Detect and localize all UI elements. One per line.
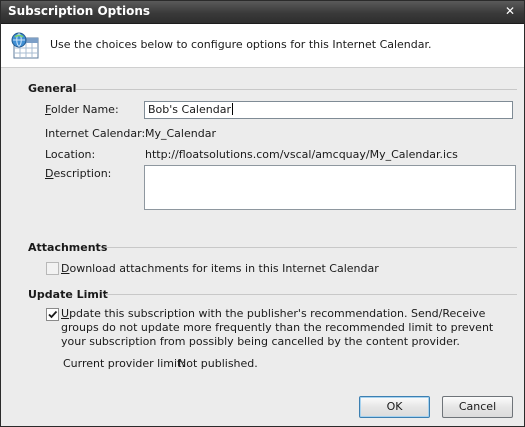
location-value: http://floatsolutions.com/vscal/amcquay/… bbox=[145, 148, 458, 161]
dialog-title: Subscription Options bbox=[8, 4, 151, 18]
header-description: Use the choices below to configure optio… bbox=[50, 38, 432, 51]
description-textarea[interactable] bbox=[144, 165, 516, 210]
attachments-divider bbox=[106, 247, 517, 248]
folder-name-label: Folder Name: bbox=[45, 103, 119, 116]
internet-calendar-value: My_Calendar bbox=[145, 127, 216, 140]
update-subscription-checkbox[interactable] bbox=[46, 308, 59, 321]
internet-calendar-icon bbox=[11, 32, 39, 59]
cancel-button[interactable]: Cancel bbox=[442, 396, 513, 418]
attachments-section-title: Attachments bbox=[28, 241, 108, 254]
description-label: Description: bbox=[45, 167, 112, 180]
general-divider bbox=[76, 89, 517, 90]
general-section-title: General bbox=[28, 82, 77, 95]
ok-button[interactable]: OK bbox=[359, 396, 430, 418]
provider-limit-value: Not published. bbox=[178, 357, 258, 370]
provider-limit-label: Current provider limit: bbox=[63, 357, 186, 370]
title-bar[interactable]: Subscription Options ✕ bbox=[1, 1, 524, 24]
update-subscription-label: Update this subscription with the publis… bbox=[61, 307, 494, 348]
dialog-header: Use the choices below to configure optio… bbox=[1, 24, 524, 68]
close-button[interactable]: ✕ bbox=[502, 4, 518, 19]
update-limit-divider bbox=[105, 294, 517, 295]
update-limit-section-title: Update Limit bbox=[28, 288, 108, 301]
subscription-options-dialog: Subscription Options ✕ Use the choices b… bbox=[0, 0, 525, 427]
download-attachments-checkbox[interactable] bbox=[46, 262, 59, 275]
location-label: Location: bbox=[45, 148, 96, 161]
checkmark-icon bbox=[48, 310, 58, 319]
folder-name-input[interactable]: Bob's Calendar bbox=[144, 101, 513, 119]
internet-calendar-label: Internet Calendar: bbox=[45, 127, 146, 140]
download-attachments-label: Download attachments for items in this I… bbox=[61, 262, 379, 275]
